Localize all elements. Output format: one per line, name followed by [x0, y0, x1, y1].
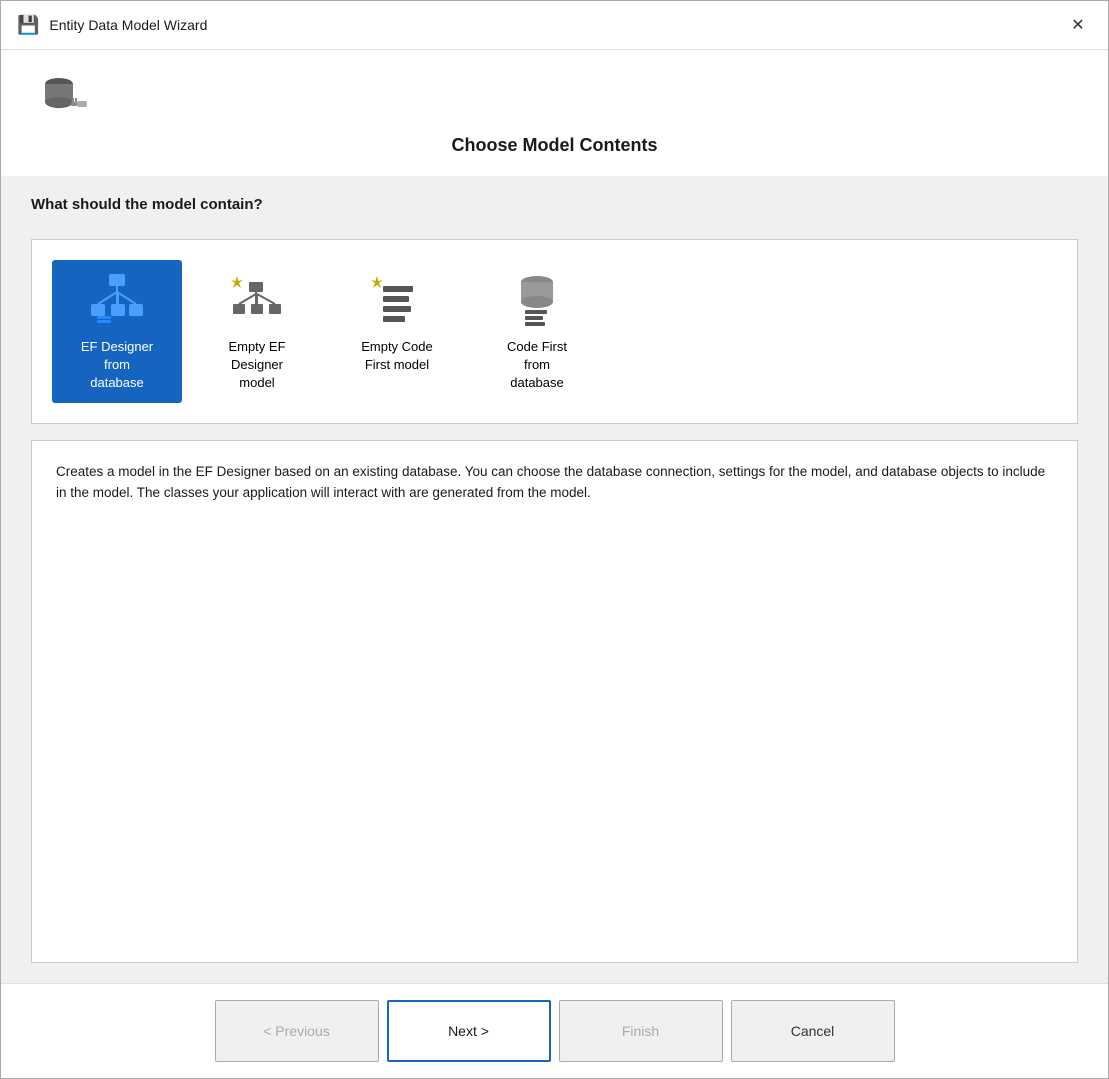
option-empty-ef-designer[interactable]: Empty EFDesignermodel: [192, 260, 322, 403]
dialog-window: 💾 Entity Data Model Wizard ✕ Choose Mode…: [0, 0, 1109, 1079]
option-ef-designer-db[interactable]: EF Designerfromdatabase: [52, 260, 182, 403]
empty-ef-designer-icon: [227, 270, 287, 330]
content-area: What should the model contain?: [1, 176, 1108, 983]
ef-designer-db-icon: [87, 270, 147, 330]
finish-button[interactable]: Finish: [559, 1000, 723, 1062]
header-area: Choose Model Contents: [1, 50, 1108, 176]
title-bar-left: 💾 Entity Data Model Wizard: [17, 15, 207, 36]
empty-ef-designer-label: Empty EFDesignermodel: [228, 338, 285, 393]
section-title: What should the model contain?: [31, 196, 1078, 213]
empty-code-first-label: Empty CodeFirst model: [361, 338, 433, 374]
option-empty-code-first[interactable]: Empty CodeFirst model: [332, 260, 462, 384]
code-first-db-label: Code Firstfromdatabase: [507, 338, 567, 393]
cancel-button[interactable]: Cancel: [731, 1000, 895, 1062]
previous-button[interactable]: < Previous: [215, 1000, 379, 1062]
description-box: Creates a model in the EF Designer based…: [31, 440, 1078, 963]
page-title: Choose Model Contents: [41, 135, 1068, 156]
section-header: What should the model contain?: [31, 196, 1078, 223]
empty-code-first-icon: [367, 270, 427, 330]
description-text: Creates a model in the EF Designer based…: [56, 464, 1045, 501]
option-code-first-db[interactable]: Code Firstfromdatabase: [472, 260, 602, 403]
dialog-title: Entity Data Model Wizard: [49, 17, 207, 33]
ef-designer-db-label: EF Designerfromdatabase: [81, 338, 153, 393]
next-button[interactable]: Next >: [387, 1000, 551, 1062]
model-options-box: EF Designerfromdatabase: [31, 239, 1078, 424]
code-first-db-icon: [507, 270, 567, 330]
window-icon: 💾: [17, 15, 39, 36]
footer: < Previous Next > Finish Cancel: [1, 983, 1108, 1078]
title-bar: 💾 Entity Data Model Wizard ✕: [1, 1, 1108, 50]
close-button[interactable]: ✕: [1064, 11, 1092, 39]
header-icon: [41, 74, 1068, 127]
